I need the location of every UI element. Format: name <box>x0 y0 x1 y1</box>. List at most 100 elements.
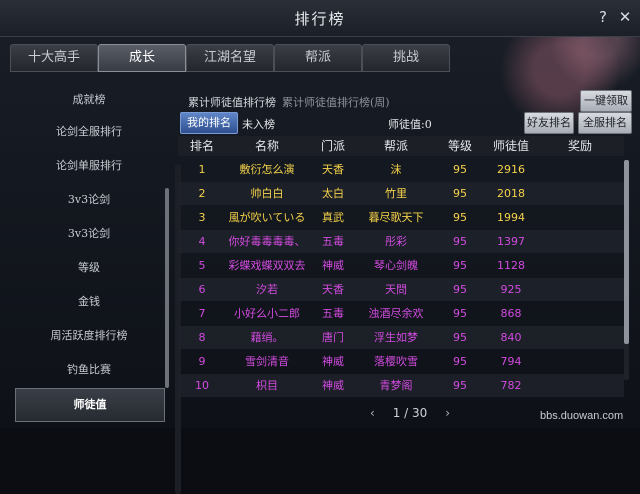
cell-level: 95 <box>453 379 467 392</box>
cell-value: 840 <box>500 331 522 344</box>
table-header: 排名 名称 门派 帮派 等级 师徒值 奖励 <box>178 136 624 156</box>
cell-level: 95 <box>453 259 467 272</box>
tab-reputation[interactable]: 江湖名望 <box>186 44 274 72</box>
header-rank: 排名 <box>189 139 214 153</box>
cell-name: 你好毒毒毒毒、 <box>228 235 306 248</box>
cell-guild: 天問 <box>385 283 407 296</box>
sidebar-item-mentorship[interactable]: 师徒值 <box>15 388 165 422</box>
tab-growth[interactable]: 成长 <box>98 44 186 72</box>
sidebar-item-level[interactable]: 等级 <box>15 252 163 284</box>
cell-level: 95 <box>453 283 467 296</box>
cell-value: 2018 <box>497 187 525 200</box>
sidebar-item-duel-single-server[interactable]: 论剑单服排行 <box>15 150 163 182</box>
next-page-icon[interactable]: › <box>445 404 450 422</box>
header-reward: 奖励 <box>567 139 592 153</box>
table-row[interactable]: 7 小好么小二郎 五毒 浊酒尽余欢 95 868 <box>178 302 624 325</box>
cell-guild: 沫 <box>390 163 402 176</box>
cell-sect: 真武 <box>322 211 344 224</box>
cell-rank: 8 <box>198 331 206 344</box>
prev-page-icon[interactable]: ‹ <box>370 404 375 422</box>
close-icon[interactable]: ✕ <box>616 8 634 26</box>
cell-sect: 天香 <box>322 163 344 176</box>
tab-challenge[interactable]: 挑战 <box>362 44 450 72</box>
sidebar-item-money[interactable]: 金钱 <box>15 286 163 318</box>
table-scrollbar-thumb[interactable] <box>624 160 629 344</box>
my-mentor-value: 师徒值:0 <box>388 118 432 131</box>
subtab-cumulative[interactable]: 累计师徒值排行榜 <box>188 94 276 110</box>
table-row[interactable]: 8 藉绡。 唐门 浮生如梦 95 840 <box>178 326 624 349</box>
cell-name: 敷衍怎么演 <box>239 163 295 176</box>
cell-sect: 五毒 <box>322 307 344 320</box>
cell-name: 帅白白 <box>250 187 284 200</box>
sidebar-item-duel-all-server[interactable]: 论剑全服排行 <box>15 116 163 148</box>
cell-level: 95 <box>453 163 467 176</box>
cell-rank: 2 <box>198 187 206 200</box>
cell-guild: 青梦阁 <box>379 379 413 392</box>
cell-name: 小好么小二郎 <box>234 307 300 320</box>
cell-rank: 3 <box>198 211 206 224</box>
claim-all-button[interactable]: 一键领取 <box>580 90 632 112</box>
friend-rank-button[interactable]: 好友排名 <box>524 112 574 134</box>
cell-guild: 琴心剑魄 <box>374 259 418 272</box>
table-row[interactable]: 9 雪剑清音 神威 落樱吹雪 95 794 <box>178 350 624 373</box>
table-row[interactable]: 5 彩蝶戏蝶双双去 神威 琴心剑魄 95 1128 <box>178 254 624 277</box>
cell-name: 汐若 <box>256 283 278 296</box>
cell-level: 95 <box>453 235 467 248</box>
subtab-weekly[interactable]: 累计师徒值排行榜(周) <box>282 94 390 110</box>
cell-level: 95 <box>453 331 467 344</box>
cell-sect: 太白 <box>322 187 344 200</box>
main-panel: 累计师徒值排行榜 累计师徒值排行榜(周) 一键领取 我的排名 未入榜 师徒值:0… <box>174 84 634 424</box>
table-row[interactable]: 3 風が吹いている 真武 暮尽歌天下 95 1994 <box>178 206 624 229</box>
cell-rank: 7 <box>198 307 206 320</box>
header-guild: 帮派 <box>383 139 408 153</box>
pagination: ‹ 1 / 30 › <box>370 404 450 422</box>
table-row[interactable]: 2 帅白白 太白 竹里 95 2018 <box>178 182 624 205</box>
tab-top-masters[interactable]: 十大高手 <box>10 44 98 72</box>
cell-sect: 神威 <box>322 379 344 392</box>
table-row[interactable]: 1 敷衍怎么演 天香 沫 95 2916 <box>178 158 624 181</box>
header-sect: 门派 <box>320 139 345 153</box>
cell-guild: 暮尽歌天下 <box>368 211 424 224</box>
my-rank-status: 未入榜 <box>242 118 275 131</box>
cell-sect: 唐门 <box>322 331 344 344</box>
cell-value: 925 <box>500 283 522 296</box>
sidebar-scrollbar-thumb[interactable] <box>165 188 169 388</box>
watermark-text: bbs.duowan.com <box>540 410 624 422</box>
cell-name: 風が吹いている <box>228 211 306 224</box>
sidebar-item-achievement[interactable]: 成就榜 <box>15 84 163 116</box>
cell-guild: 落樱吹雪 <box>374 355 418 368</box>
sidebar: 成就榜 论剑全服排行 论剑单服排行 3v3论剑 3v3论剑 等级 金钱 周活跃度… <box>12 82 181 494</box>
cell-level: 95 <box>453 355 467 368</box>
window-title: 排行榜 <box>294 10 346 28</box>
cell-value: 1397 <box>497 235 525 248</box>
sidebar-item-fishing[interactable]: 钓鱼比赛 <box>15 354 163 386</box>
ranking-table: 排名 名称 门派 帮派 等级 师徒值 奖励 1 敷衍怎么演 天香沫 95 2916 2 帅白… <box>178 136 624 404</box>
cell-rank: 9 <box>198 355 206 368</box>
table-row[interactable]: 6 汐若 天香 天問 95 925 <box>178 278 624 301</box>
cell-rank: 4 <box>198 235 206 248</box>
sidebar-item-3v3-b[interactable]: 3v3论剑 <box>15 218 163 250</box>
help-icon[interactable]: ? <box>594 8 612 26</box>
header-value: 师徒值 <box>492 139 529 153</box>
cell-sect: 天香 <box>322 283 344 296</box>
cell-value: 868 <box>500 307 522 320</box>
cell-guild: 浊酒尽余欢 <box>368 307 424 320</box>
cell-sect: 神威 <box>322 355 344 368</box>
cell-name: 枳目 <box>256 379 278 392</box>
cell-sect: 五毒 <box>322 235 344 248</box>
cell-level: 95 <box>453 211 467 224</box>
sidebar-item-weekly-activity[interactable]: 周活跃度排行榜 <box>15 320 163 352</box>
page-indicator: 1 / 30 <box>392 406 428 420</box>
tab-guild[interactable]: 帮派 <box>274 44 362 72</box>
table-row[interactable]: 10 枳目 神威 青梦阁 95 782 <box>178 374 624 397</box>
cell-sect: 神威 <box>322 259 344 272</box>
title-bar: 排行榜 ? ✕ <box>0 0 640 37</box>
table-row[interactable]: 4 你好毒毒毒毒、 五毒 彤彩 95 1397 <box>178 230 624 253</box>
header-name: 名称 <box>254 139 279 153</box>
server-rank-button[interactable]: 全服排名 <box>578 112 632 134</box>
cell-value: 1994 <box>497 211 525 224</box>
sidebar-item-3v3-a[interactable]: 3v3论剑 <box>15 184 163 216</box>
cell-level: 95 <box>453 187 467 200</box>
my-rank-button[interactable]: 我的排名 <box>180 112 238 134</box>
cell-rank: 6 <box>198 283 206 296</box>
